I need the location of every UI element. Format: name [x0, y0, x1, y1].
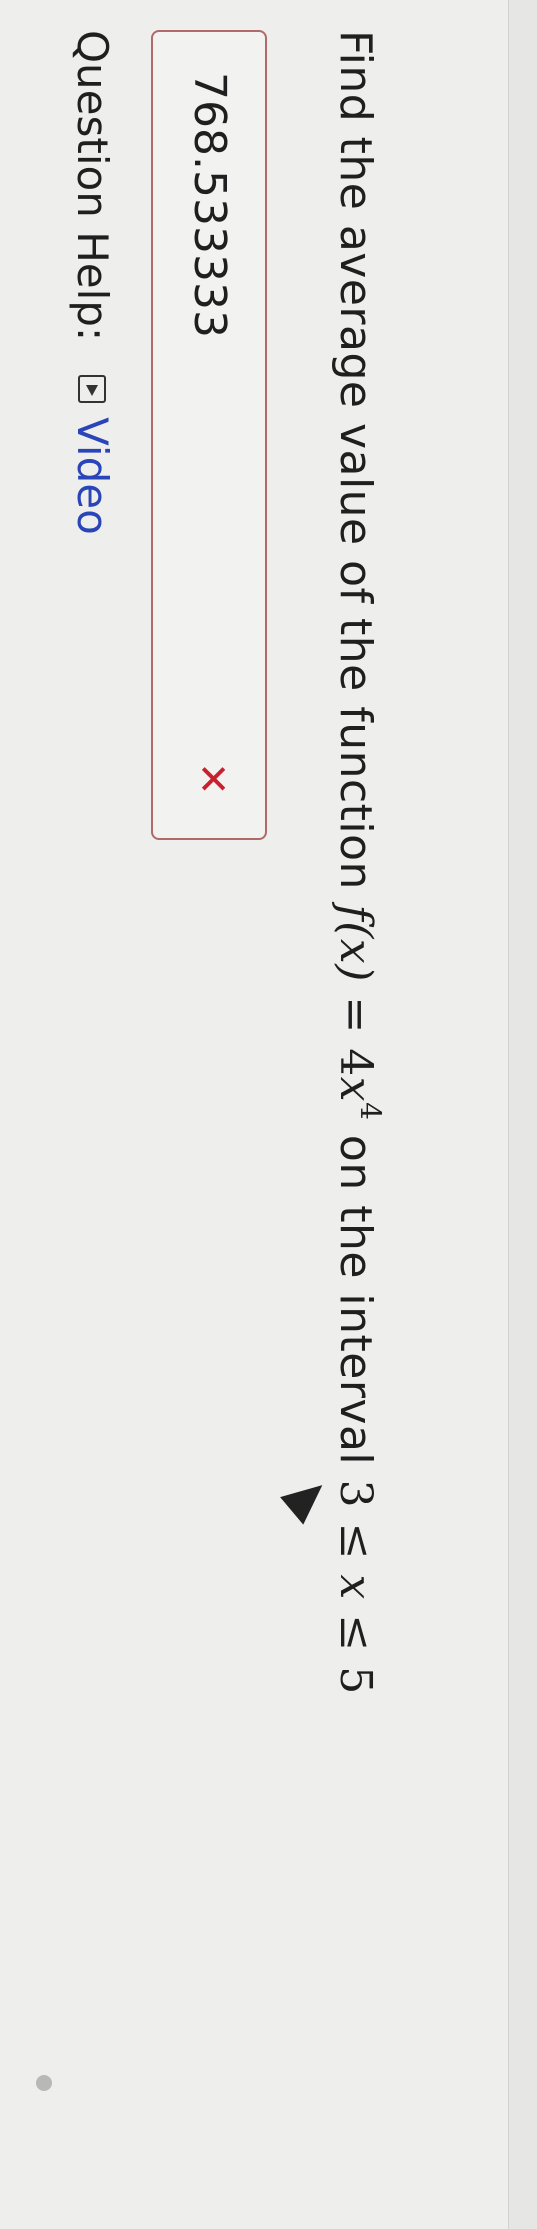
video-help-label: Video	[68, 417, 117, 535]
leq-sign-2: ≤	[330, 1614, 381, 1652]
coefficient: 4	[330, 1048, 381, 1077]
interval-upper: 5	[330, 1666, 381, 1695]
video-help-link[interactable]: Video	[68, 375, 117, 535]
question-text: Find the average value of the function f…	[330, 30, 387, 1695]
cursor-icon	[280, 1471, 334, 1525]
question-help: Question Help: Video	[68, 30, 117, 535]
play-icon	[78, 375, 107, 404]
equals-sign: =	[330, 981, 381, 1049]
glare-spot	[36, 2075, 52, 2091]
x-mark-icon: ✕	[189, 762, 235, 796]
answer-input[interactable]	[175, 72, 245, 712]
leq-sign-1: ≤	[330, 1522, 381, 1561]
interval-lower: 3	[330, 1479, 381, 1509]
function-name: f	[330, 904, 381, 922]
function-variable: (x)	[330, 921, 381, 982]
answer-box: ✕	[151, 30, 267, 840]
question-help-label: Question Help:	[68, 30, 117, 342]
exponent: 4	[354, 1102, 387, 1121]
question-middle: on the interval	[330, 1134, 381, 1466]
base-variable: x	[330, 1076, 381, 1103]
question-stage: Find the average value of the function f…	[0, 0, 537, 2229]
question-prefix: Find the average value of the function	[330, 30, 381, 890]
interval-variable: x	[330, 1574, 381, 1600]
